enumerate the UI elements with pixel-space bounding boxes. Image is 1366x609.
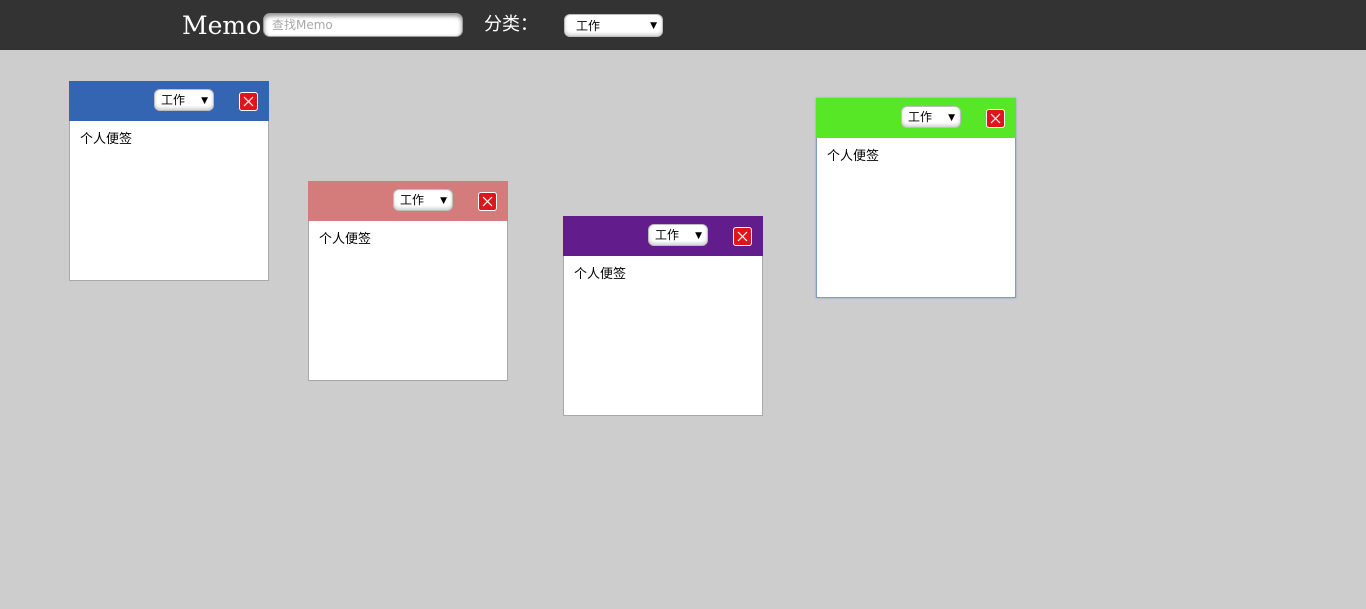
category-label: 分类： [484,14,538,35]
note-category-select[interactable]: 工作 ▼ [393,189,453,211]
note-close-button[interactable] [986,109,1005,128]
note-text[interactable]: 个人便签 [319,232,371,248]
note-category-value: 工作 [161,93,186,107]
note-category-select[interactable]: 工作 ▼ [154,89,214,111]
search-input[interactable] [263,13,463,37]
close-icon [243,96,254,107]
app-logo: Memo [182,11,262,40]
chevron-down-icon: ▼ [695,231,702,241]
note-category-select[interactable]: 工作 ▼ [901,106,961,128]
note-close-button[interactable] [239,92,258,111]
memo-note[interactable]: 工作 ▼ 个人便签 [69,81,269,281]
category-select-value: 工作 [576,19,601,33]
note-text[interactable]: 个人便签 [574,267,626,283]
memo-note[interactable]: 工作 ▼ 个人便签 [816,98,1016,298]
memo-note[interactable]: 工作 ▼ 个人便签 [308,181,508,381]
close-icon [990,113,1001,124]
note-header[interactable]: 工作 ▼ [816,98,1016,138]
chevron-down-icon: ▼ [948,113,955,123]
close-icon [737,231,748,242]
note-category-value: 工作 [908,110,933,124]
top-bar: Memo 分类： 工作 ▼ [0,0,1366,50]
note-close-button[interactable] [733,227,752,246]
close-icon [482,196,493,207]
category-select[interactable]: 工作 ▼ [564,14,663,37]
note-category-select[interactable]: 工作 ▼ [648,224,708,246]
note-text[interactable]: 个人便签 [827,149,879,165]
chevron-down-icon: ▼ [650,21,657,31]
note-header[interactable]: 工作 ▼ [308,181,508,221]
chevron-down-icon: ▼ [440,196,447,206]
note-header[interactable]: 工作 ▼ [69,81,269,121]
note-text[interactable]: 个人便签 [80,132,132,148]
note-category-value: 工作 [400,193,425,207]
memo-note[interactable]: 工作 ▼ 个人便签 [563,216,763,416]
note-category-value: 工作 [655,228,680,242]
note-close-button[interactable] [478,192,497,211]
chevron-down-icon: ▼ [201,96,208,106]
note-header[interactable]: 工作 ▼ [563,216,763,256]
